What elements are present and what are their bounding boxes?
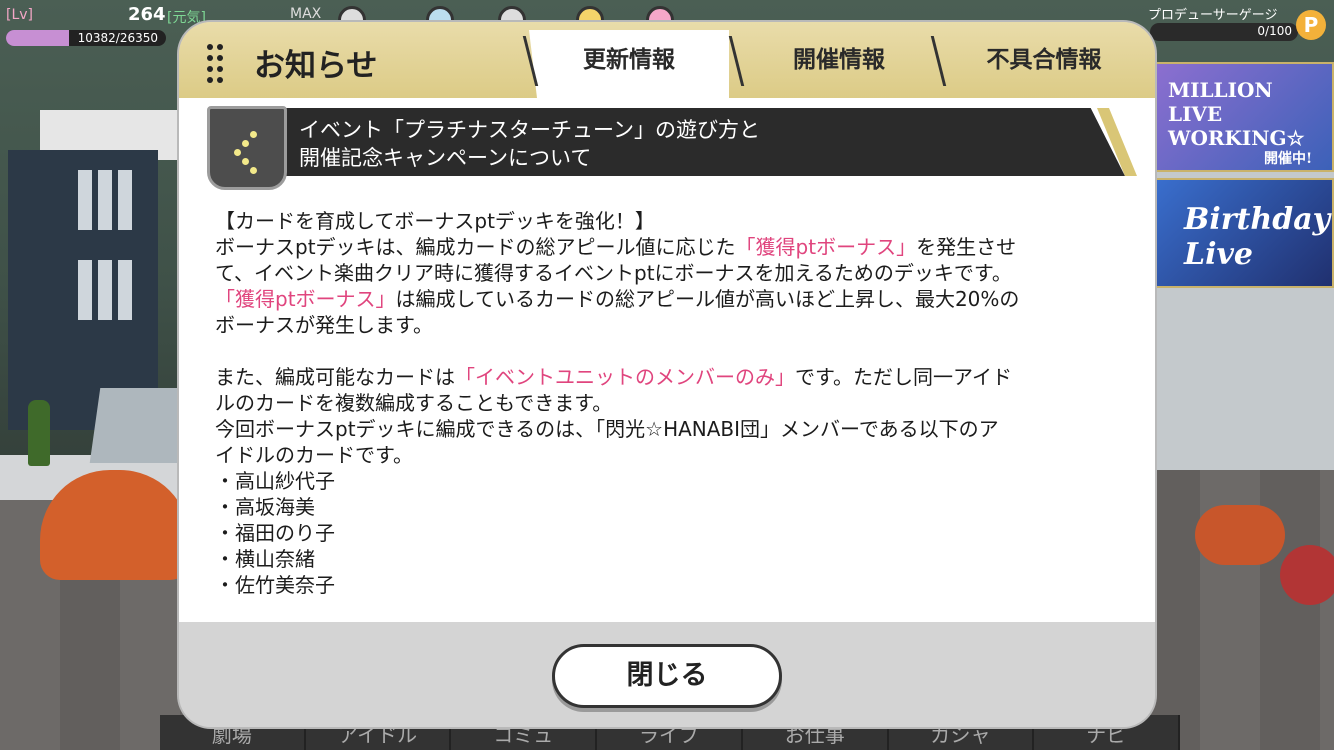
banner-working-text: MILLION LIVE WORKING☆ — [1168, 78, 1305, 150]
content-line: ルのカードを複数編成することもできます。 — [215, 391, 613, 415]
text-run: は編成しているカードの総アピール値が高いほど上昇し、最大20%の — [395, 287, 1020, 311]
idol-list-item: ・高坂海美 — [215, 495, 315, 519]
level-tag: [Lv] — [6, 7, 34, 23]
dialog-body[interactable]: イベント「プラチナスターチューン」の遊び方と 開催記念キャンペーンについて 【カ… — [179, 98, 1155, 622]
tab-bug-info[interactable]: 不具合情報 — [954, 30, 1134, 98]
exp-bar: 10382/26350 — [6, 30, 166, 46]
article-header: イベント「プラチナスターチューン」の遊び方と 開催記念キャンペーンについて — [207, 106, 1137, 190]
article-content: 【カードを育成してボーナスptデッキを強化！】 ボーナスptデッキは、編成カード… — [215, 208, 1115, 598]
exp-fill — [6, 30, 70, 46]
news-dialog: お知らせ 更新情報 開催情報 不具合情報 イベント「プラチナスターチューン」の遊… — [179, 22, 1155, 727]
bottle — [28, 400, 50, 466]
laptop — [89, 388, 191, 463]
content-line: 「獲得ptボーナス」は編成しているカードの総アピール値が高いほど上昇し、最大20… — [215, 286, 1115, 312]
content-line: ボーナスが発生します。 — [215, 313, 433, 337]
tab-update-info[interactable]: 更新情報 — [529, 30, 729, 98]
menu-dots-icon — [207, 44, 227, 83]
text-run: ボーナスptデッキは、編成カードの総アピール値に応じた — [215, 235, 736, 259]
chevron-left-icon — [250, 131, 257, 138]
producer-gauge-bar: 0/100 — [1150, 23, 1298, 41]
event-banner-birthday[interactable]: Birthday Live — [1152, 178, 1334, 288]
text-run: また、編成可能なカードは — [215, 365, 455, 389]
idol-list-item: ・高山紗代子 — [215, 469, 335, 493]
article-title-line2: 開催記念キャンペーンについて — [299, 146, 592, 170]
content-line: て、イベント楽曲クリア時に獲得するイベントptにボーナスを加えるためのデッキです… — [215, 261, 1012, 285]
content-line: イドルのカードです。 — [215, 443, 413, 467]
producer-gauge-value: 0/100 — [1257, 24, 1292, 38]
level-value: 264 — [128, 4, 166, 25]
stool — [1195, 505, 1285, 565]
dialog-header: お知らせ 更新情報 開催情報 不具合情報 — [179, 22, 1155, 98]
text-run: を発生させ — [916, 235, 1017, 259]
genki-max: MAX — [290, 6, 322, 22]
article-title-line1: イベント「プラチナスターチューン」の遊び方と — [299, 118, 760, 142]
dialog-title: お知らせ — [254, 48, 378, 84]
dialog-footer: 閉じる — [179, 622, 1155, 727]
content-line: 今回ボーナスptデッキに編成できるのは、「閃光☆HANABI団」メンバーである以… — [215, 417, 999, 441]
producer-p-icon[interactable]: P — [1296, 10, 1326, 40]
content-line: ボーナスptデッキは、編成カードの総アピール値に応じた「獲得ptボーナス」を発生… — [215, 234, 1115, 260]
event-banner-working[interactable]: MILLION LIVE WORKING☆ 開催中! — [1152, 62, 1334, 172]
stool-red — [1280, 545, 1334, 605]
close-button[interactable]: 閉じる — [552, 644, 782, 708]
content-heading: 【カードを育成してボーナスptデッキを強化！】 — [215, 209, 655, 233]
idol-list-item: ・佐竹美奈子 — [215, 573, 335, 597]
highlight-text: 「イベントユニットのメンバーのみ」 — [455, 365, 795, 389]
idol-list-item: ・福田のり子 — [215, 521, 335, 545]
idol-list-item: ・横山奈緒 — [215, 547, 315, 571]
article-title: イベント「プラチナスターチューン」の遊び方と 開催記念キャンペーンについて — [299, 116, 760, 172]
content-line: また、編成可能なカードは「イベントユニットのメンバーのみ」です。ただし同一アイド — [215, 364, 1115, 390]
banner-badge: 開催中! — [1264, 151, 1313, 167]
tab-divider — [930, 36, 947, 86]
banner-birthday-text: Birthday Live — [1184, 202, 1331, 272]
highlight-text: 「獲得ptボーナス」 — [215, 287, 396, 311]
producer-gauge-label: プロデューサーゲージ — [1148, 8, 1278, 23]
text-run: です。ただし同一アイド — [795, 365, 1012, 389]
highlight-text: 「獲得ptボーナス」 — [735, 235, 917, 259]
tab-event-info[interactable]: 開催情報 — [749, 30, 929, 98]
exp-text: 10382/26350 — [77, 31, 158, 45]
tab-divider — [728, 36, 745, 86]
back-button[interactable] — [207, 106, 287, 190]
